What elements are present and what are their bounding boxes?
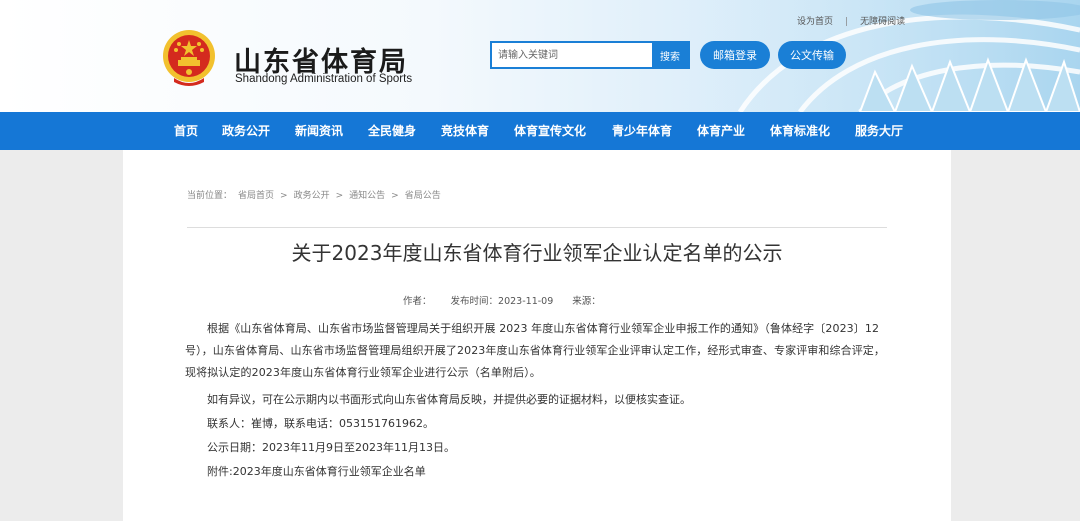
source-label: 来源：: [572, 296, 601, 307]
nav-item-youth-sports[interactable]: 青少年体育: [612, 112, 672, 150]
search-box: 搜索: [490, 41, 690, 69]
paragraph: 公示日期：2023年11月9日至2023年11月13日。: [207, 441, 455, 454]
publish-date: 发布时间：2023-11-09: [450, 296, 554, 307]
article-title: 关于2023年度山东省体育行业领军企业认定名单的公示: [291, 241, 783, 265]
accessibility-link[interactable]: 无障碍阅读: [860, 14, 905, 27]
nav-item-home[interactable]: 首页: [174, 112, 198, 150]
top-links-separator: |: [845, 17, 849, 27]
nav-item-government-affairs[interactable]: 政务公开: [222, 112, 270, 150]
paragraph: 联系人：崔博，联系电话：053151761962。: [207, 417, 434, 430]
breadcrumb-separator: >: [391, 191, 399, 201]
breadcrumb-separator: >: [335, 191, 344, 201]
breadcrumb-item[interactable]: 通知公告: [349, 191, 385, 201]
search-input[interactable]: [492, 43, 654, 67]
search-button[interactable]: 搜索: [652, 43, 688, 67]
article-panel: 当前位置： 省局首页 > 政务公开 > 通知公告 > 省局公告 关于2023年度山东省体育行业…: [123, 150, 951, 521]
nav-item-standardization[interactable]: 体育标准化: [770, 112, 830, 150]
nav-item-competitive-sports[interactable]: 竞技体育: [441, 112, 489, 150]
document-transfer-button[interactable]: 公文传输: [778, 41, 846, 69]
breadcrumb: 当前位置： 省局首页 > 政务公开 > 通知公告 > 省局公告: [187, 188, 447, 201]
nav-item-news[interactable]: 新闻资讯: [295, 112, 343, 150]
breadcrumb-prefix: 当前位置：: [187, 191, 233, 201]
nav-item-sports-culture[interactable]: 体育宣传文化: [514, 112, 586, 150]
site-header: 设为首页 | 无障碍阅读 山东省体育局 Shandong Administratio…: [0, 0, 1080, 112]
email-login-button[interactable]: 邮箱登录: [700, 41, 770, 69]
article-meta: 作者： 发布时间：2023-11-09 来源：: [403, 293, 617, 307]
nav-item-fitness[interactable]: 全民健身: [368, 112, 416, 150]
breadcrumb-item[interactable]: 省局首页: [238, 191, 274, 201]
site-subtitle: Shandong Administration of Sports: [235, 73, 413, 85]
breadcrumb-item[interactable]: 省局公告: [405, 191, 441, 201]
main-nav: 首页 政务公开 新闻资讯 全民健身 竞技体育 体育宣传文化 青少年体育 体育产业…: [0, 112, 1080, 150]
nav-item-service-hall[interactable]: 服务大厅: [855, 112, 903, 150]
paragraph: 根据《山东省体育局、山东省市场监督管理局关于组织开展 2023 年度山东省体育行…: [185, 322, 885, 379]
breadcrumb-item[interactable]: 政务公开: [294, 191, 330, 201]
breadcrumb-separator: >: [280, 191, 288, 201]
author-label: 作者：: [403, 296, 432, 307]
nav-item-sports-industry[interactable]: 体育产业: [697, 112, 745, 150]
attachment-link[interactable]: 附件:2023年度山东省体育行业领军企业名单: [207, 463, 426, 479]
national-emblem-icon: [163, 30, 215, 86]
divider: [187, 227, 887, 228]
paragraph: 如有异议，可在公示期内以书面形式向山东省体育局反映，并提供必要的证据材料，以便核…: [207, 393, 691, 406]
top-links: 设为首页 | 无障碍阅读: [797, 14, 905, 27]
set-homepage-link[interactable]: 设为首页: [797, 14, 833, 27]
